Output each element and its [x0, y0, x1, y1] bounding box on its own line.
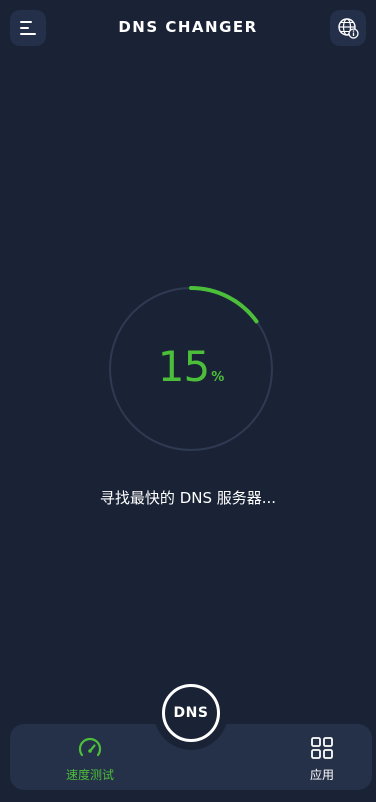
- progress-value: 15%: [108, 342, 274, 391]
- nav-label-speed-test: 速度测试: [65, 768, 114, 782]
- nav-label-apps: 应用: [309, 768, 334, 782]
- speedometer-icon: [78, 737, 102, 757]
- nav-item-speed-test[interactable]: 速度测试: [20, 724, 160, 790]
- app-title: DNS CHANGER: [118, 18, 258, 36]
- dns-button[interactable]: DNS: [162, 684, 220, 742]
- status-text: 寻找最快的 DNS 服务器...: [99, 489, 277, 507]
- progress-number: 15: [157, 342, 210, 391]
- grid-icon: [311, 737, 333, 759]
- progress-unit: %: [211, 370, 225, 385]
- globe-info-button[interactable]: [330, 10, 366, 46]
- nav-item-apps[interactable]: 应用: [252, 724, 376, 790]
- progress-ring: 15%: [108, 286, 274, 452]
- screen: DNS CHANGER 15% 寻找最快的 DNS 服务器... 速度测试 应用…: [0, 0, 376, 802]
- progress-arc: [189, 286, 259, 324]
- globe-info-icon: [338, 18, 359, 39]
